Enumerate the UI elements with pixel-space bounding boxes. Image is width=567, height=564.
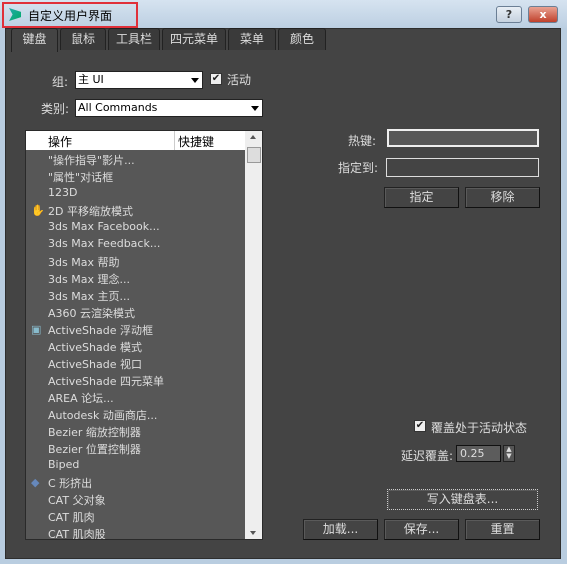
- list-item-label: 2D 平移缩放模式: [48, 205, 133, 218]
- scroll-up-icon[interactable]: [250, 135, 256, 139]
- close-button[interactable]: x: [528, 6, 558, 23]
- list-item[interactable]: AREA 论坛...: [48, 390, 114, 407]
- group-dropdown[interactable]: 主 UI: [75, 71, 203, 89]
- list-item[interactable]: 3ds Max Feedback...: [48, 237, 160, 254]
- list-item[interactable]: CAT 父对象: [48, 492, 106, 509]
- list-item-label: CAT 肌肉股: [48, 528, 106, 540]
- active-checkbox[interactable]: ✔: [210, 73, 222, 85]
- title-highlight: [2, 2, 138, 28]
- scroll-down-icon[interactable]: [250, 531, 256, 535]
- list-item[interactable]: 3ds Max 帮助: [48, 254, 119, 271]
- list-item[interactable]: ActiveShade 视口: [48, 356, 142, 373]
- list-item-label: Bezier 位置控制器: [48, 443, 141, 456]
- list-item-label: CAT 肌肉: [48, 511, 95, 524]
- list-item-label: Biped: [48, 458, 80, 471]
- category-dropdown[interactable]: All Commands: [75, 99, 263, 117]
- list-item[interactable]: 123D: [48, 186, 77, 203]
- list-item-label: 3ds Max 主页...: [48, 290, 130, 303]
- load-button[interactable]: 加载...: [303, 519, 378, 540]
- help-button[interactable]: ?: [496, 6, 522, 23]
- list-item-label: AREA 论坛...: [48, 392, 114, 405]
- list-item-label: "操作指导"影片...: [48, 154, 135, 167]
- list-item[interactable]: Biped: [48, 458, 79, 475]
- list-item-label: "属性"对话框: [48, 171, 114, 184]
- list-item[interactable]: ActiveShade 模式: [48, 339, 142, 356]
- tab-quad-menus[interactable]: 四元菜单: [162, 28, 226, 50]
- list-item-label: ActiveShade 浮动框: [48, 324, 153, 337]
- list-item-label: 3ds Max Feedback...: [48, 237, 161, 250]
- list-item-label: 123D: [48, 186, 78, 199]
- hotkey-input[interactable]: [387, 129, 539, 147]
- reset-button[interactable]: 重置: [465, 519, 540, 540]
- list-item[interactable]: ActiveShade 四元菜单: [48, 373, 164, 390]
- assigned-to-field: [386, 158, 539, 177]
- category-label: 类别:: [41, 102, 70, 116]
- list-item[interactable]: ▣ ActiveShade 浮动框: [31, 322, 153, 339]
- assign-button[interactable]: 指定: [384, 187, 459, 208]
- column-shortcut[interactable]: 快捷键: [178, 133, 214, 150]
- list-item[interactable]: CAT 肌肉股: [48, 526, 106, 540]
- remove-button[interactable]: 移除: [465, 187, 540, 208]
- list-item[interactable]: "属性"对话框: [48, 169, 113, 186]
- group-label: 组:: [52, 75, 69, 89]
- hand-icon: ✋: [31, 204, 45, 217]
- list-item-label: C 形挤出: [48, 477, 93, 490]
- override-label: 覆盖处于活动状态: [431, 421, 528, 435]
- list-item-label: CAT 父对象: [48, 494, 106, 507]
- list-item[interactable]: 3ds Max 理念...: [48, 271, 130, 288]
- list-item-label: ActiveShade 四元菜单: [48, 375, 164, 388]
- list-item-label: ActiveShade 视口: [48, 358, 142, 371]
- activeshade-icon: ▣: [31, 323, 42, 336]
- group-value: 主 UI: [78, 73, 104, 86]
- tab-keyboard[interactable]: 键盘: [11, 28, 58, 52]
- delay-input[interactable]: 0.25: [456, 445, 501, 462]
- list-item[interactable]: Autodesk 动画商店...: [48, 407, 157, 424]
- list-item[interactable]: 3ds Max 主页...: [48, 288, 130, 305]
- list-item-label: Bezier 缩放控制器: [48, 426, 141, 439]
- chevron-down-icon: [191, 78, 199, 83]
- extrude-icon: ◆: [31, 476, 40, 489]
- list-item-label: 3ds Max 帮助: [48, 256, 120, 269]
- assigned-to-label: 指定到:: [338, 161, 379, 175]
- list-item[interactable]: ◆ C 形挤出: [31, 475, 93, 492]
- list-item-label: Autodesk 动画商店...: [48, 409, 158, 422]
- list-item[interactable]: 3ds Max Facebook...: [48, 220, 160, 237]
- tab-mouse[interactable]: 鼠标: [60, 28, 106, 50]
- tab-toolbars[interactable]: 工具栏: [108, 28, 160, 50]
- category-value: All Commands: [78, 101, 158, 114]
- list-item-label: ActiveShade 模式: [48, 341, 142, 354]
- column-action[interactable]: 操作: [48, 133, 72, 150]
- list-item[interactable]: CAT 肌肉: [48, 509, 95, 526]
- chevron-down-icon: [251, 106, 259, 111]
- list-header: 操作 快捷键: [26, 131, 245, 150]
- hotkey-label: 热键:: [348, 134, 377, 148]
- action-list[interactable]: 操作 快捷键 "操作指导"影片... "属性"对话框 123D ✋ 2D 平移缩放模式 3…: [25, 130, 263, 540]
- list-item[interactable]: ✋ 2D 平移缩放模式: [31, 203, 133, 220]
- delay-label: 延迟覆盖:: [401, 449, 454, 463]
- list-item[interactable]: "操作指导"影片...: [48, 152, 135, 169]
- list-item[interactable]: Bezier 缩放控制器: [48, 424, 141, 441]
- tab-menus[interactable]: 菜单: [228, 28, 276, 50]
- list-item-label: 3ds Max Facebook...: [48, 220, 160, 233]
- scroll-thumb[interactable]: [247, 147, 261, 163]
- tab-colors[interactable]: 颜色: [278, 28, 326, 50]
- scrollbar[interactable]: [245, 131, 262, 539]
- list-item-label: 3ds Max 理念...: [48, 273, 130, 286]
- active-label: 活动: [227, 73, 252, 87]
- list-item[interactable]: A360 云渲染模式: [48, 305, 135, 322]
- save-button[interactable]: 保存...: [384, 519, 459, 540]
- list-item-label: A360 云渲染模式: [48, 307, 136, 320]
- list-item[interactable]: Bezier 位置控制器: [48, 441, 141, 458]
- override-checkbox[interactable]: ✔: [414, 420, 426, 432]
- write-keyboard-chart-button[interactable]: 写入键盘表...: [387, 489, 538, 510]
- delay-spinner[interactable]: ▲ ▼: [503, 445, 515, 462]
